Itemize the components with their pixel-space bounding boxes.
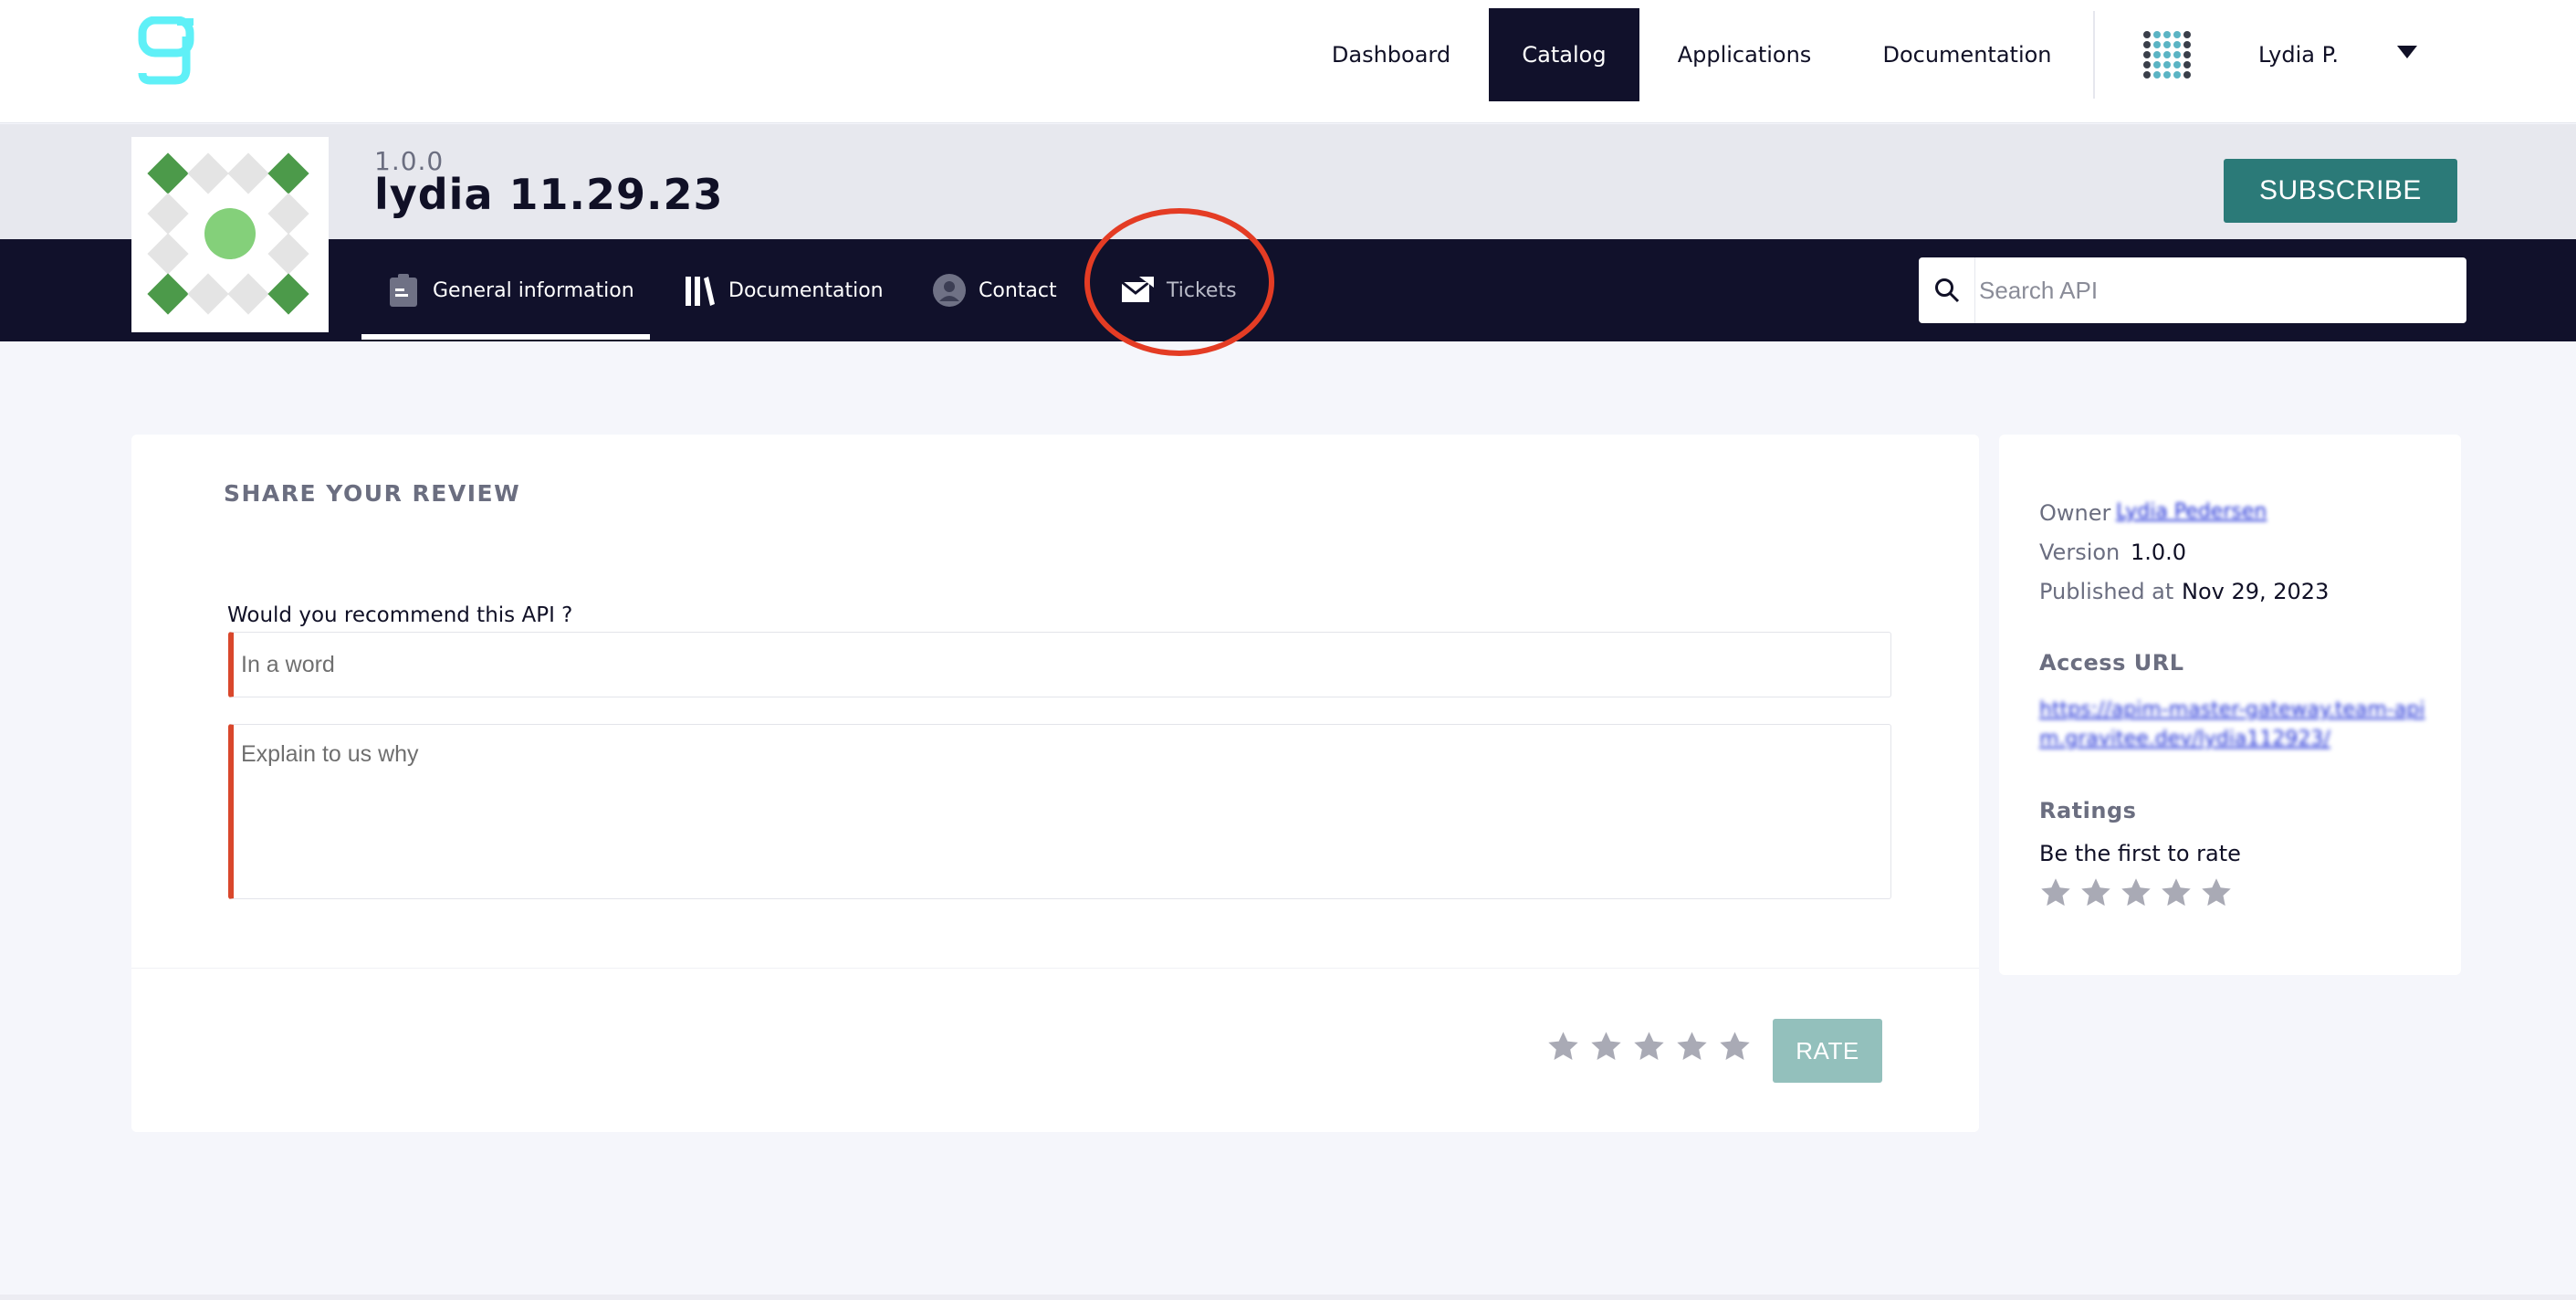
ratings-stars <box>2039 876 2233 909</box>
search-input[interactable] <box>1979 263 2454 318</box>
nav-dashboard[interactable]: Dashboard <box>1305 8 1477 101</box>
star-icon <box>2202 878 2231 907</box>
review-star-rating[interactable] <box>1546 1030 1752 1064</box>
caret-down-icon[interactable] <box>2397 46 2417 58</box>
ratings-heading: Ratings <box>2039 798 2137 823</box>
nav-catalog[interactable]: Catalog <box>1489 8 1639 101</box>
review-heading: SHARE YOUR REVIEW <box>224 480 521 507</box>
star-icon[interactable] <box>1675 1030 1709 1064</box>
user-name[interactable]: Lydia P. <box>2258 42 2339 68</box>
star-icon[interactable] <box>1589 1030 1623 1064</box>
star-icon <box>2121 878 2151 907</box>
person-icon <box>933 274 966 307</box>
star-icon[interactable] <box>1546 1030 1580 1064</box>
review-why-textarea[interactable] <box>228 724 1891 899</box>
nav-applications[interactable]: Applications <box>1657 8 1832 101</box>
published-label: Published at <box>2039 579 2174 604</box>
nav-divider <box>2093 11 2095 99</box>
star-icon <box>2081 878 2110 907</box>
version-value: 1.0.0 <box>2131 540 2187 565</box>
owner-link[interactable]: Lydia Pedersen <box>2116 500 2267 523</box>
user-avatar-icon[interactable] <box>2141 29 2193 80</box>
gravitee-logo-icon[interactable] <box>137 16 195 86</box>
tab-label: Contact <box>979 278 1057 302</box>
star-icon[interactable] <box>1718 1030 1752 1064</box>
review-word-input[interactable] <box>228 632 1891 697</box>
access-url-link[interactable]: https://apim-master-gateway.team-apim.gr… <box>2039 696 2441 754</box>
owner-label: Owner <box>2039 500 2111 526</box>
search-box <box>1919 257 2466 323</box>
tab-general-information[interactable]: General information <box>387 239 634 341</box>
clipboard-icon <box>387 274 420 307</box>
star-icon[interactable] <box>1632 1030 1666 1064</box>
tab-tickets[interactable]: Tickets <box>1121 239 1237 341</box>
api-logo-icon <box>147 152 309 315</box>
star-icon <box>2162 878 2191 907</box>
api-logo <box>131 137 329 332</box>
tab-contact[interactable]: Contact <box>933 239 1057 341</box>
subscribe-button[interactable]: SUBSCRIBE <box>2224 159 2457 223</box>
active-tab-indicator <box>361 334 650 340</box>
star-icon <box>2041 878 2070 907</box>
access-url-heading: Access URL <box>2039 650 2184 676</box>
api-title: lydia 11.29.23 <box>374 170 724 219</box>
nav-documentation[interactable]: Documentation <box>1866 8 2068 101</box>
mail-icon <box>1121 274 1154 307</box>
tab-label: Tickets <box>1167 278 1237 302</box>
tab-documentation[interactable]: Documentation <box>683 239 884 341</box>
version-label: Version <box>2039 540 2120 565</box>
page-bottom-edge <box>0 1295 2576 1300</box>
published-value: Nov 29, 2023 <box>2182 579 2330 604</box>
tab-label: Documentation <box>728 278 884 302</box>
ratings-text: Be the first to rate <box>2039 841 2241 866</box>
books-icon <box>683 274 716 307</box>
search-icon <box>1919 257 1975 323</box>
rate-button[interactable]: RATE <box>1773 1019 1882 1083</box>
tab-label: General information <box>433 278 634 302</box>
review-question-label: Would you recommend this API ? <box>227 603 573 627</box>
